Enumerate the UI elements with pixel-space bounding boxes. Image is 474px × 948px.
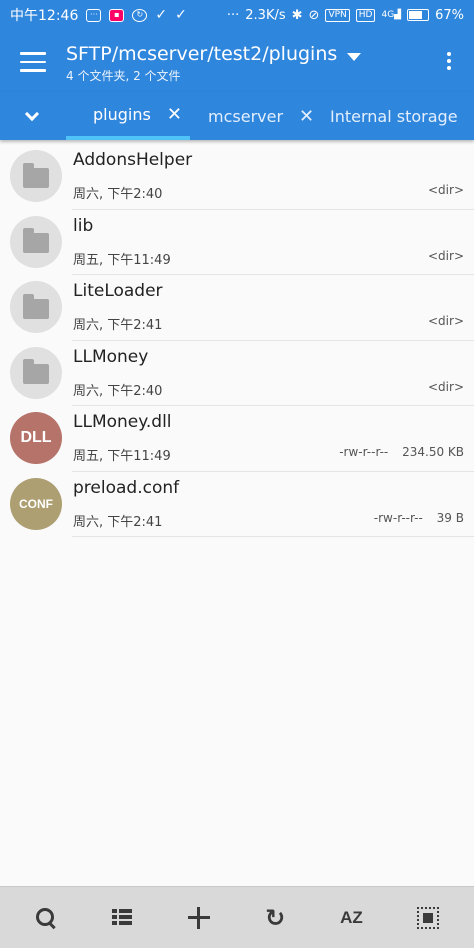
file-date: 周五, 下午11:49 [73, 252, 171, 268]
conf-file-icon[interactable]: CONF [10, 477, 62, 530]
select-all-icon [416, 906, 439, 929]
file-date: 周六, 下午2:40 [73, 383, 163, 399]
clock: 中午12:46 [10, 8, 79, 24]
file-size: <dir> [428, 248, 464, 263]
menu-button[interactable] [20, 52, 46, 72]
more-options-icon[interactable] [444, 52, 454, 74]
sort-az-icon: AZ [340, 907, 363, 927]
bottom-toolbar: ↻ AZ [0, 886, 474, 948]
dll-file-icon[interactable]: DLL [10, 412, 62, 464]
alarm-off-icon: ⊘ [308, 7, 320, 23]
file-size: <dir> [428, 183, 464, 197]
tab-label: mcserver [208, 106, 284, 126]
folder-icon[interactable] [10, 150, 62, 202]
tab-internal-storage[interactable]: Internal storage ✕ [330, 92, 474, 140]
vpn-icon: VPN [325, 8, 350, 22]
notification-icon: ▪ [109, 8, 125, 22]
sync-icon: ↻ [132, 8, 148, 22]
tab-bar: plugins ✕ mcserver ✕ Internal storage ✕ [0, 92, 474, 140]
chat-icon: ··· [86, 8, 102, 22]
tab-mcserver[interactable]: mcserver ✕ [208, 92, 314, 140]
check-icon: ✓ [155, 7, 168, 23]
file-date: 周六, 下午2:41 [73, 318, 163, 333]
select-all-button[interactable] [408, 898, 448, 938]
tabs-expand-button[interactable] [22, 104, 44, 126]
list-view-icon [112, 908, 133, 927]
file-list: AddonsHelper 周六, 下午2:40 <dir> lib 周五, 下午… [0, 144, 474, 537]
file-date: 周五, 下午11:49 [73, 449, 171, 464]
close-icon[interactable]: ✕ [167, 104, 182, 125]
file-date: 周六, 下午2:40 [73, 187, 163, 202]
list-item[interactable]: CONF preload.conf 周六, 下午2:41 -rw-r--r-- … [0, 472, 474, 537]
chevron-down-icon[interactable] [347, 53, 362, 61]
app-bar: SFTP/mcserver/test2/plugins 4 个文件夹, 2 个文… [0, 30, 474, 92]
divider [72, 536, 474, 537]
file-name: LLMoney [73, 346, 149, 367]
tab-label: plugins [93, 104, 151, 124]
folder-summary: 4 个文件夹, 2 个文件 [66, 69, 181, 83]
list-item[interactable]: LLMoney 周六, 下午2:40 <dir> [0, 341, 474, 406]
battery-icon [407, 9, 430, 21]
view-mode-button[interactable] [102, 898, 142, 938]
more-notifications-icon: ··· [226, 7, 240, 23]
search-icon [36, 907, 56, 928]
file-name: LLMoney.dll [73, 412, 172, 432]
chevron-down-icon [24, 106, 40, 122]
list-item[interactable]: DLL LLMoney.dll 周五, 下午11:49 -rw-r--r-- 2… [0, 406, 474, 472]
file-size: 39 B [436, 510, 464, 525]
file-date: 周六, 下午2:41 [73, 514, 163, 530]
list-item[interactable]: AddonsHelper 周六, 下午2:40 <dir> [0, 144, 474, 210]
file-permissions: -rw-r--r-- [339, 445, 389, 459]
list-item[interactable]: lib 周五, 下午11:49 <dir> [0, 210, 474, 275]
file-size: <dir> [428, 314, 464, 328]
hd-icon: HD [355, 8, 376, 22]
net-speed: 2.3K/s [245, 7, 286, 23]
file-name: LiteLoader [73, 281, 163, 301]
search-button[interactable] [26, 898, 66, 938]
path-title: SFTP/mcserver/test2/plugins [66, 43, 338, 65]
folder-icon[interactable] [10, 346, 62, 399]
list-item[interactable]: LiteLoader 周六, 下午2:41 <dir> [0, 275, 474, 341]
folder-icon[interactable] [10, 215, 62, 268]
battery-level: 67% [435, 7, 464, 23]
refresh-button[interactable]: ↻ [255, 898, 295, 938]
tab-plugins[interactable]: plugins ✕ [66, 92, 190, 140]
status-bar: 中午12:46 ··· ▪ ↻ ✓ ✓ ··· 2.3K/s ✱ ⊘ VPN H… [0, 0, 474, 30]
file-permissions: -rw-r--r-- [373, 510, 423, 525]
file-size: <dir> [428, 379, 464, 394]
refresh-icon: ↻ [265, 903, 286, 932]
check-icon: ✓ [175, 7, 187, 23]
file-name: AddonsHelper [73, 150, 193, 170]
path-title-group[interactable]: SFTP/mcserver/test2/plugins 4 个文件夹, 2 个文… [66, 42, 362, 86]
bluetooth-icon: ✱ [291, 7, 303, 23]
sort-button[interactable]: AZ [331, 898, 371, 938]
file-name: preload.conf [73, 477, 180, 498]
tab-label: Internal storage [330, 106, 458, 126]
folder-icon[interactable] [10, 281, 62, 333]
signal-icon: 4G▟ [381, 10, 402, 20]
add-icon [187, 906, 210, 929]
add-button[interactable] [179, 898, 219, 938]
close-icon[interactable]: ✕ [299, 106, 314, 127]
file-name: lib [73, 215, 94, 236]
file-size: 234.50 KB [402, 445, 464, 459]
